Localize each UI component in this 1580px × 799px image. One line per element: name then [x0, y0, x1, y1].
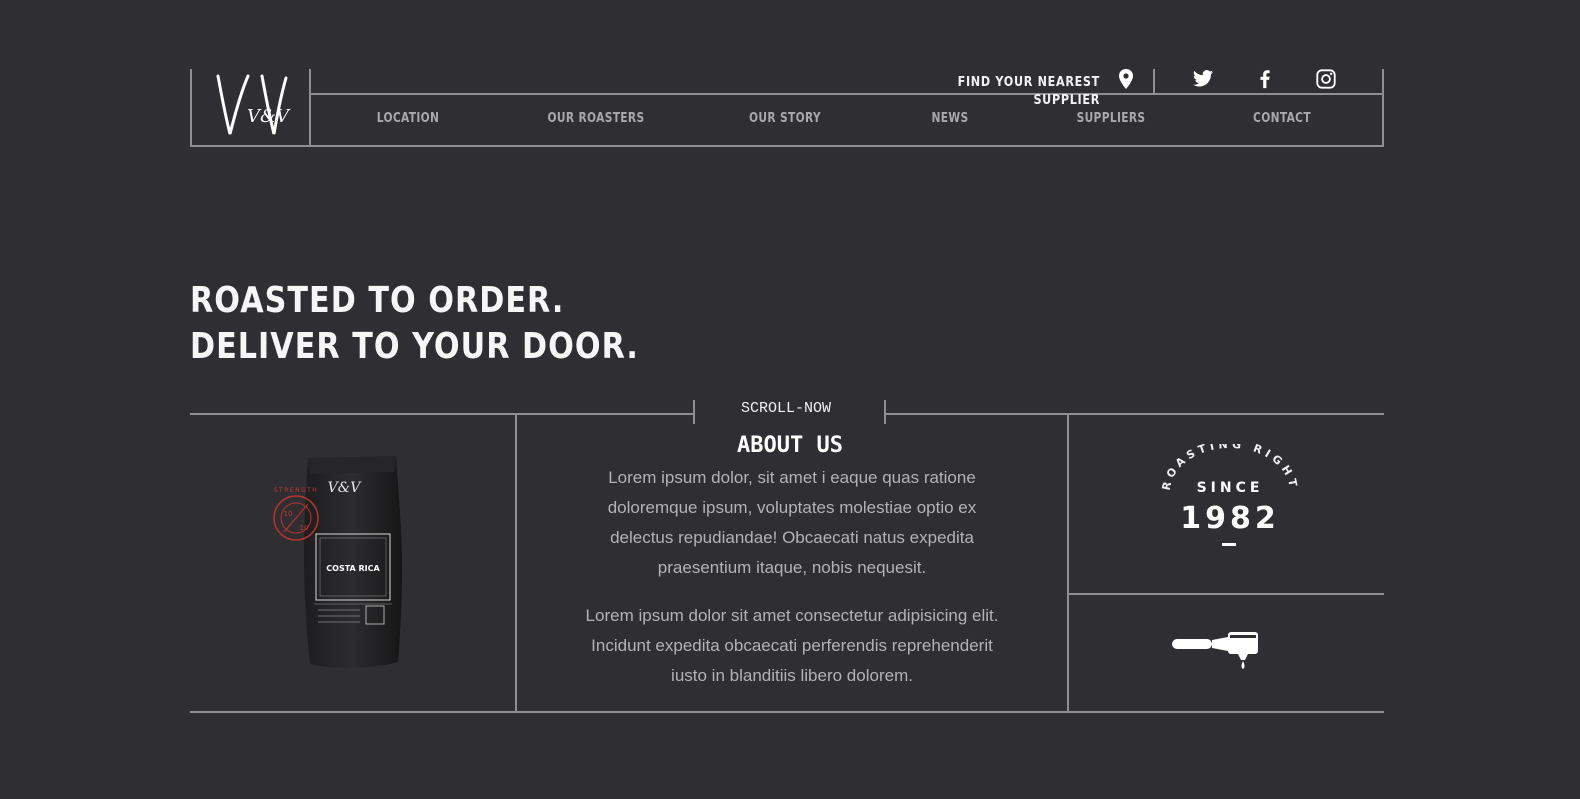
nav-contact[interactable]: CONTACT [1241, 110, 1323, 128]
nav-our-story[interactable]: OUR STORY [740, 110, 830, 128]
badge-since: SINCE [1197, 480, 1264, 496]
coffee-bag-image: V&V COSTA RICA 10 10 STRENGTH [262, 448, 442, 680]
header-frame-bottom [190, 145, 1384, 147]
nav-location[interactable]: LOCATION [367, 110, 449, 128]
header-frame-left [190, 69, 192, 147]
map-pin-icon[interactable] [1118, 69, 1134, 89]
grid-right-mid [1068, 593, 1384, 595]
grid-bottom [190, 711, 1384, 713]
twitter-icon[interactable] [1192, 68, 1214, 90]
strength-label: STRENGTH [274, 487, 319, 494]
nav-suppliers[interactable]: SUPPLIERS [1066, 110, 1156, 128]
bag-logo: V&V [328, 480, 363, 496]
grid-col-2 [1067, 414, 1069, 712]
logo[interactable]: V&V [212, 70, 292, 140]
strength-value: 10 [284, 510, 293, 518]
hero-headline: ROASTED TO ORDER. DELIVER TO YOUR DOOR. [190, 278, 639, 370]
nav-news[interactable]: NEWS [919, 110, 981, 128]
about-title: ABOUT US [737, 433, 843, 458]
logo-mark: V&V [216, 74, 291, 135]
portafilter-icon [1168, 624, 1268, 674]
nav-our-roasters[interactable]: OUR ROASTERS [543, 110, 650, 128]
scroll-tick-right [884, 400, 886, 424]
topbar-divider [310, 93, 1383, 95]
about-paragraph-1: Lorem ipsum dolor, sit amet i eaque quas… [607, 468, 977, 577]
grid-top-left [190, 413, 695, 415]
header-frame-right [1382, 69, 1384, 147]
find-supplier-link[interactable]: FIND YOUR NEAREST SUPPLIER [928, 74, 1100, 110]
facebook-icon[interactable] [1254, 68, 1276, 90]
about-paragraph-2: Lorem ipsum dolor sit amet consectetur a… [585, 606, 999, 685]
bag-label: COSTA RICA [326, 564, 380, 573]
hero-line-2: DELIVER TO YOUR DOOR. [190, 326, 639, 367]
strength-max: 10 [300, 524, 309, 532]
grid-top-right [885, 413, 1384, 415]
scroll-now-link[interactable]: SCROLL-NOW [694, 400, 878, 418]
instagram-icon[interactable] [1315, 68, 1337, 90]
grid-col-1 [515, 414, 517, 712]
logo-ampersand: V&V [247, 106, 291, 127]
badge-year: 1982 [1180, 501, 1280, 536]
hero-line-1: ROASTED TO ORDER. [190, 280, 565, 321]
logo-divider [309, 69, 311, 147]
social-divider [1153, 69, 1155, 94]
roasting-since-badge: ROASTING RIGHT SINCE 1982 [1150, 438, 1310, 556]
